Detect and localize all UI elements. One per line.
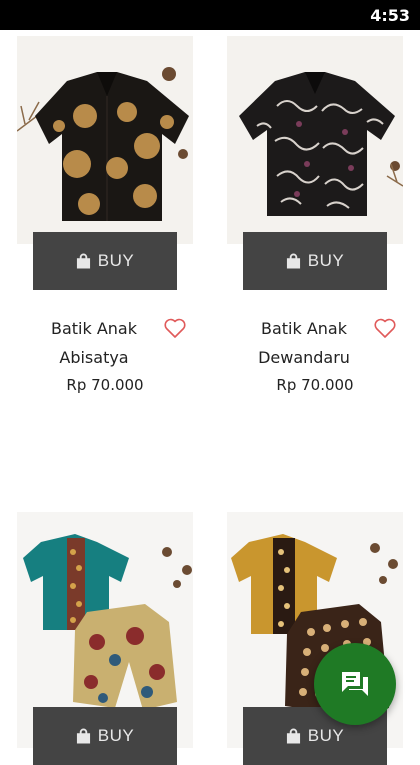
- product-name-line2: Dewandaru: [258, 348, 350, 367]
- product-image[interactable]: [227, 36, 403, 244]
- product-name-line2: Abisatya: [59, 348, 129, 367]
- heart-outline-icon[interactable]: [163, 317, 187, 339]
- chat-forum-icon: [342, 672, 368, 696]
- product-card[interactable]: BUY Batik Anak Dewandaru Rp 70.000: [227, 36, 403, 396]
- buy-button[interactable]: BUY: [33, 232, 177, 290]
- chat-fab-button[interactable]: [314, 643, 396, 725]
- buy-button[interactable]: BUY: [243, 232, 387, 290]
- product-image[interactable]: [17, 36, 193, 244]
- status-bar: 4:53: [0, 0, 420, 30]
- product-price: Rp 70.000: [276, 376, 354, 394]
- buy-button[interactable]: BUY: [33, 707, 177, 765]
- shopping-bag-icon: [76, 728, 90, 744]
- buy-label: BUY: [97, 726, 135, 745]
- heart-outline-icon[interactable]: [373, 317, 397, 339]
- product-price: Rp 70.000: [66, 376, 144, 394]
- product-card[interactable]: BUY Batik Anak Abisatya Rp 70.000: [17, 36, 193, 396]
- status-time: 4:53: [370, 6, 410, 25]
- shopping-bag-icon: [76, 253, 90, 269]
- shopping-bag-icon: [286, 728, 300, 744]
- product-card[interactable]: BUY: [17, 512, 193, 765]
- shopping-bag-icon: [286, 253, 300, 269]
- buy-label: BUY: [97, 251, 135, 270]
- buy-label: BUY: [307, 251, 345, 270]
- product-name-line1: Batik Anak: [50, 319, 137, 338]
- buy-label: BUY: [307, 726, 345, 745]
- product-name-line1: Batik Anak: [260, 319, 347, 338]
